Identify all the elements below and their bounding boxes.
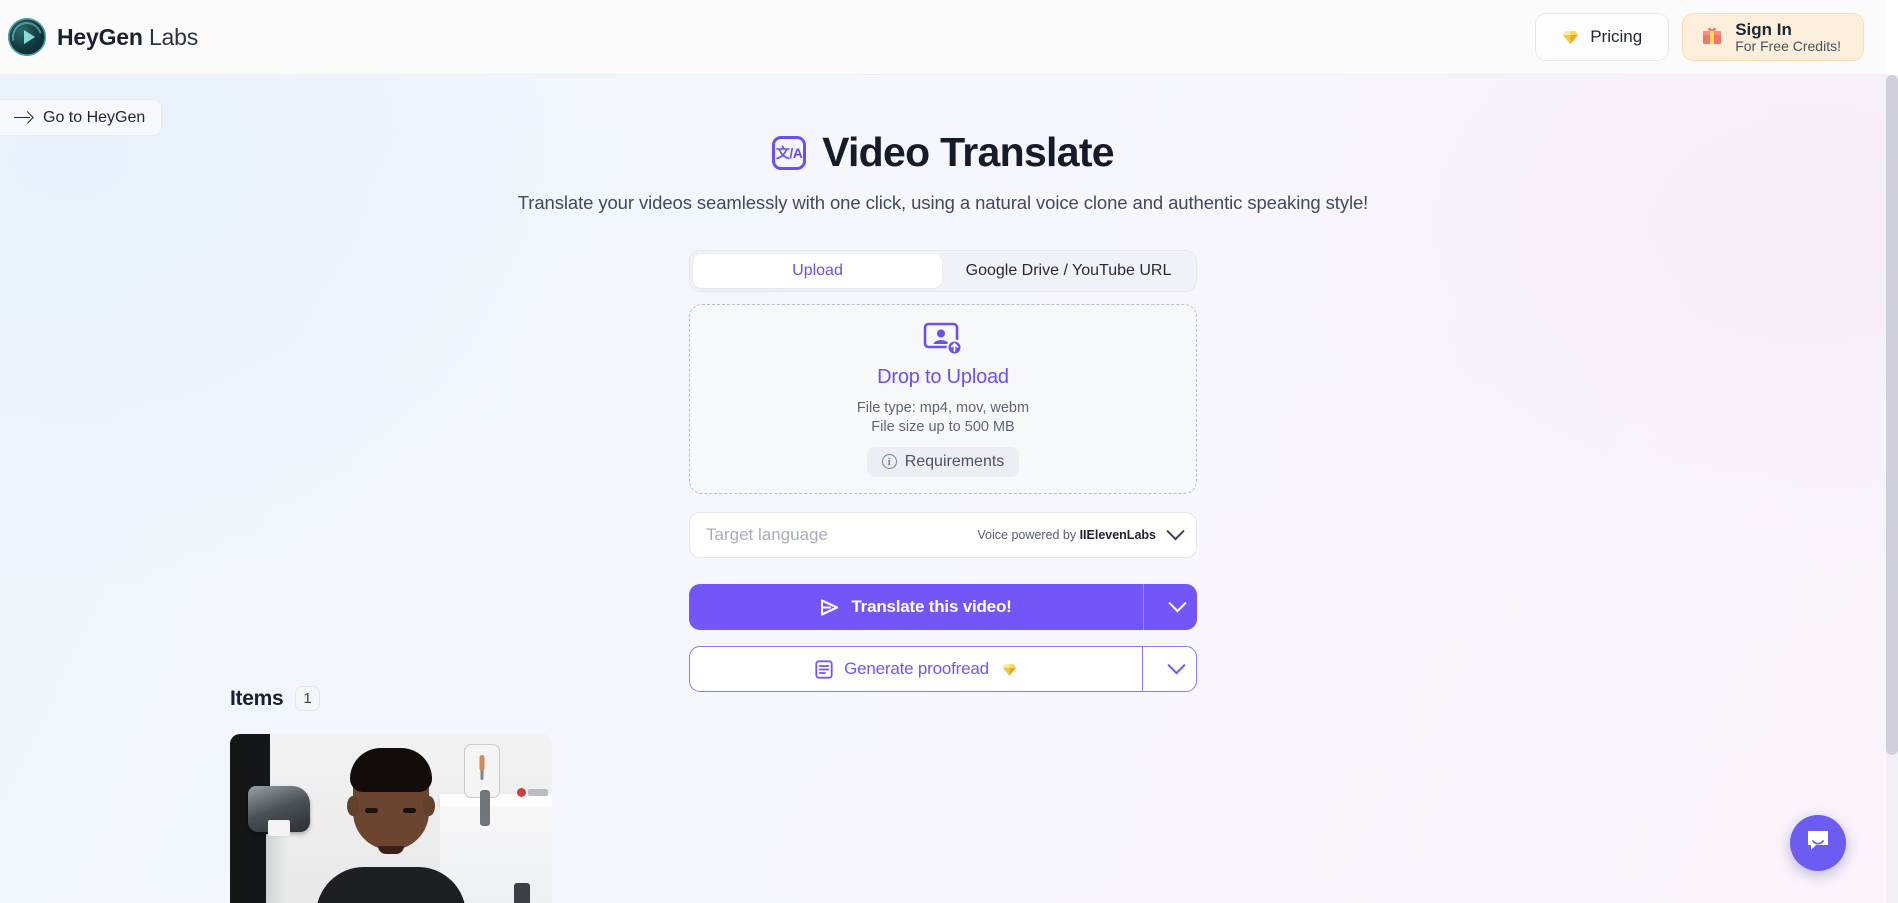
items-count-badge: 1 [295,686,320,711]
file-dropzone[interactable]: Drop to Upload File type: mp4, mov, webm… [689,304,1197,494]
arrow-right-icon [14,112,32,124]
dropzone-file-size: File size up to 500 MB [871,418,1015,435]
heygen-globe-play-logo-icon [8,18,46,56]
intercom-chat-icon [1805,828,1831,859]
page-scrollbar-thumb[interactable] [1886,75,1898,755]
sign-in-text: Sign In For Free Credits! [1735,20,1841,55]
main-content: 文/A Video Translate Translate your video… [0,75,1886,692]
target-language-select[interactable]: Target language Voice powered by IIEleve… [689,512,1197,558]
top-navigation-bar: HeyGen Labs Pricing Sign In For Free Cre… [0,0,1886,75]
send-play-icon [820,598,839,616]
tab-upload[interactable]: Upload [693,254,942,288]
requirements-button[interactable]: i Requirements [866,446,1020,477]
chevron-down-icon [1166,655,1186,674]
dropzone-file-type: File type: mp4, mov, webm [856,399,1030,416]
brand-name: HeyGen Labs [57,24,198,51]
page-title: Video Translate [822,129,1115,175]
list-item[interactable] [230,734,552,903]
sign-in-subtitle: For Free Credits! [1735,37,1841,54]
topbar-actions: Pricing Sign In For Free Credits! [1535,13,1864,61]
items-header: Items 1 [230,686,552,711]
generate-proofread-button[interactable]: Generate proofread [689,646,1197,692]
sign-in-button[interactable]: Sign In For Free Credits! [1682,13,1864,61]
translate-video-main[interactable]: Translate this video! [689,597,1143,617]
brand-logo-group[interactable]: HeyGen Labs [8,18,198,56]
gift-icon [1701,24,1723,51]
page-scrollbar[interactable] [1886,75,1898,903]
items-title: Items [230,686,284,710]
translate-icon: 文/A [772,135,807,170]
sign-in-title: Sign In [1735,19,1792,39]
tab-google-drive-youtube-url[interactable]: Google Drive / YouTube URL [944,254,1193,288]
generate-proofread-label: Generate proofread [844,659,989,678]
chat-launcher-button[interactable] [1790,815,1846,871]
upload-panel: Upload Google Drive / YouTube URL Drop t… [689,250,1197,692]
go-to-heygen-label: Go to HeyGen [43,108,146,126]
gem-icon [1562,30,1579,45]
translate-video-label: Translate this video! [851,597,1012,616]
pricing-button[interactable]: Pricing [1535,13,1670,61]
page-header: 文/A Video Translate [0,129,1886,176]
voice-provider-brand: IIElevenLabs [1079,528,1156,542]
dropzone-title: Drop to Upload [877,365,1009,388]
chevron-down-icon [1167,593,1187,612]
upload-video-icon [923,322,963,356]
info-circle-icon: i [881,454,897,469]
page-subtitle: Translate your videos seamlessly with on… [517,192,1369,213]
chevron-down-icon [1166,521,1185,540]
document-lines-icon [815,659,833,679]
pricing-label: Pricing [1590,27,1643,46]
translate-video-button[interactable]: Translate this video! [689,584,1197,630]
voice-provider-prefix: Voice powered by [977,528,1080,542]
requirements-label: Requirements [904,452,1005,470]
go-to-heygen-button[interactable]: Go to HeyGen [0,99,163,136]
target-language-placeholder: Target language [706,525,828,544]
brand-name-light: Labs [148,23,199,50]
translate-video-dropdown[interactable] [1143,584,1197,630]
generate-proofread-main[interactable]: Generate proofread [690,659,1142,679]
source-tabs: Upload Google Drive / YouTube URL [689,250,1197,292]
items-section: Items 1 [230,686,552,903]
brand-name-bold: HeyGen [57,23,143,50]
generate-proofread-dropdown[interactable] [1142,647,1196,691]
gem-icon [1002,662,1017,676]
voice-provider-note: Voice powered by IIElevenLabs [977,528,1156,542]
